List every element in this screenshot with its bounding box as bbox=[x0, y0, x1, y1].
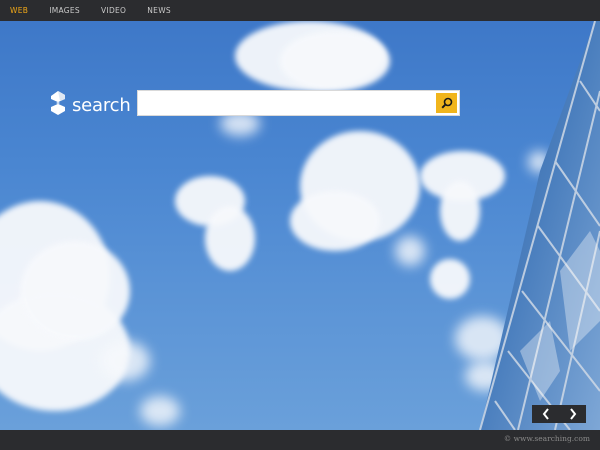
glass-building bbox=[479, 21, 600, 430]
background-image bbox=[0, 21, 600, 430]
tab-video[interactable]: VIDEO bbox=[101, 6, 126, 15]
s-logo-icon bbox=[48, 90, 68, 120]
search-button[interactable] bbox=[436, 93, 457, 113]
magnifier-icon bbox=[440, 97, 452, 109]
cloud bbox=[205, 206, 255, 271]
search-bar bbox=[137, 90, 460, 116]
logo-text: search bbox=[72, 94, 131, 116]
prev-slide-button[interactable] bbox=[537, 405, 555, 423]
copyright-text: © www.searching.com bbox=[503, 434, 590, 443]
top-nav: WEB IMAGES VIDEO NEWS bbox=[0, 0, 600, 21]
chevron-right-icon bbox=[569, 408, 576, 420]
slider-controls bbox=[532, 405, 586, 423]
cloud bbox=[20, 241, 130, 341]
tab-web[interactable]: WEB bbox=[10, 6, 28, 15]
cloud bbox=[100, 341, 150, 381]
search-logo[interactable]: search bbox=[48, 90, 131, 120]
tab-images[interactable]: IMAGES bbox=[49, 6, 80, 15]
tab-news[interactable]: NEWS bbox=[147, 6, 171, 15]
cloud bbox=[280, 31, 390, 91]
cloud bbox=[290, 191, 380, 251]
search-input[interactable] bbox=[138, 91, 434, 115]
next-slide-button[interactable] bbox=[564, 405, 582, 423]
footer: © www.searching.com bbox=[0, 430, 600, 450]
chevron-left-icon bbox=[542, 408, 549, 420]
cloud bbox=[395, 236, 425, 266]
cloud bbox=[140, 396, 180, 426]
